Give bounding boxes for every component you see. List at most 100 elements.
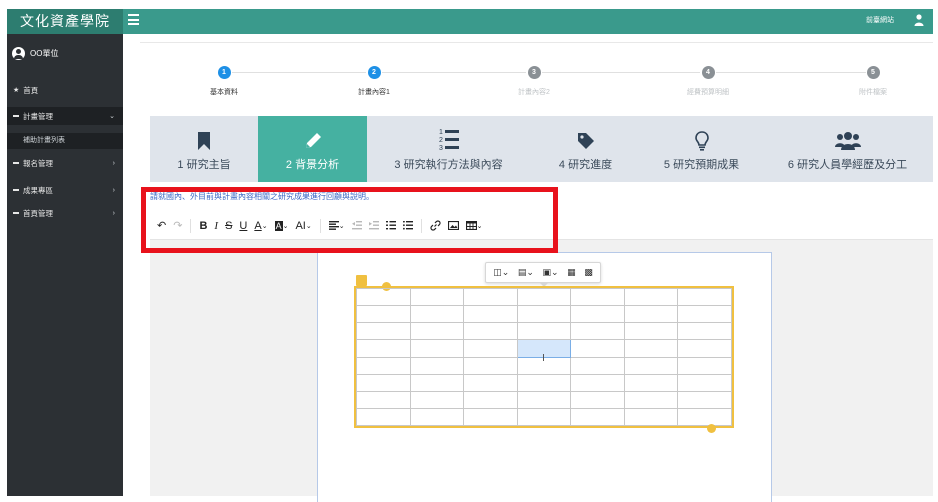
table-cell[interactable]: [356, 390, 411, 409]
table-cell[interactable]: [623, 390, 679, 409]
chevron-right-icon: ›: [112, 186, 115, 194]
table-cell[interactable]: [409, 305, 465, 324]
table-cell[interactable]: [516, 407, 572, 427]
dash-icon: [13, 115, 19, 117]
tab-research-purpose[interactable]: 1 研究主旨: [150, 116, 258, 182]
table-cell[interactable]: [677, 322, 732, 341]
table-cell[interactable]: [623, 322, 679, 341]
tab-expected-results[interactable]: 5 研究預期成果: [641, 116, 762, 182]
tab-label: 5 研究預期成果: [663, 159, 740, 171]
table-cell[interactable]: [516, 322, 572, 341]
table-cell[interactable]: [623, 305, 679, 324]
table-cell[interactable]: [623, 339, 679, 358]
table-cell[interactable]: [356, 339, 411, 358]
unit-profile[interactable]: OO單位: [12, 44, 58, 62]
table-cell[interactable]: [463, 305, 518, 324]
app-brand[interactable]: 文化資產學院: [7, 9, 123, 34]
tab-researchers[interactable]: 6 研究人員學經歷及分工: [762, 116, 933, 182]
table-row: [356, 356, 732, 375]
table-cell[interactable]: [570, 322, 625, 341]
table-cell[interactable]: [409, 287, 465, 307]
table-cell[interactable]: [516, 390, 572, 409]
table-cell[interactable]: [623, 373, 679, 392]
table-cell[interactable]: [463, 373, 518, 392]
tab-methods-content[interactable]: 1 2 3 3 研究執行方法與內容: [367, 116, 530, 182]
table-cell[interactable]: [570, 356, 625, 375]
sidebar-item-results[interactable]: 成果專區 ›: [7, 181, 123, 199]
unit-name: OO單位: [30, 48, 59, 58]
table-cell[interactable]: [677, 390, 732, 409]
front-site-link[interactable]: 前臺網站: [866, 11, 894, 31]
table-cell[interactable]: [409, 356, 465, 375]
table-cell[interactable]: [409, 390, 465, 409]
table-row: [356, 322, 732, 341]
sidebar-item-plan-management[interactable]: 計畫管理 ⌄: [7, 107, 123, 125]
table-resize-handle[interactable]: [707, 424, 716, 433]
table-cell[interactable]: [516, 373, 572, 392]
table-cell[interactable]: [623, 407, 679, 427]
top-navbar: [7, 9, 933, 34]
table-cell[interactable]: [409, 339, 465, 358]
table-grid[interactable]: [356, 287, 732, 427]
table-cell[interactable]: [356, 287, 411, 307]
table-cell[interactable]: [356, 356, 411, 375]
table-cell[interactable]: [570, 407, 625, 427]
table-cell[interactable]: [516, 305, 572, 324]
table-cell[interactable]: [677, 356, 732, 375]
table-properties-button[interactable]: ▦: [567, 267, 576, 278]
sidebar-item-registration[interactable]: 報名管理 ›: [7, 154, 123, 172]
table-cell[interactable]: [570, 339, 625, 358]
table-cell[interactable]: [570, 373, 625, 392]
table-cell[interactable]: [677, 339, 732, 358]
step-number: 5: [866, 66, 880, 79]
sidebar-item-homepage-management[interactable]: 首頁管理 ›: [7, 204, 123, 222]
table-cell[interactable]: [409, 407, 465, 427]
table-cell[interactable]: [463, 356, 518, 375]
chevron-down-icon: ⌄: [109, 113, 115, 120]
sidebar-item-home[interactable]: ★ 首頁: [7, 81, 123, 99]
table-select-handle[interactable]: [356, 275, 367, 286]
step-4[interactable]: 4 經費預算明細: [663, 66, 753, 97]
step-5[interactable]: 5 附件檔案: [828, 66, 918, 97]
table-cell[interactable]: [409, 373, 465, 392]
step-1[interactable]: 1 基本資料: [179, 66, 269, 97]
text-cursor: [543, 354, 544, 361]
table-cell[interactable]: [677, 373, 732, 392]
dash-icon: [13, 212, 19, 214]
tab-progress[interactable]: 4 研究進度: [530, 116, 641, 182]
table-cell[interactable]: [516, 287, 572, 307]
step-3[interactable]: 3 計畫內容2: [489, 66, 579, 97]
table-cell[interactable]: [623, 356, 679, 375]
table-cell[interactable]: [356, 322, 411, 341]
tab-background-analysis[interactable]: 2 背景分析: [258, 116, 367, 182]
table-cell[interactable]: [677, 287, 732, 307]
table-column-menu-button[interactable]: ▤⌄: [518, 267, 534, 278]
table-cell[interactable]: [463, 407, 518, 427]
table-cell[interactable]: [463, 339, 518, 358]
table-cell[interactable]: [463, 287, 518, 307]
table-cell[interactable]: [463, 322, 518, 341]
sidebar-subitem-grant-list[interactable]: 補助計畫列表: [7, 133, 123, 149]
step-number: 3: [527, 66, 541, 79]
content-table[interactable]: [354, 286, 734, 428]
step-label: 基本資料: [210, 89, 238, 96]
table-row-menu-button[interactable]: ◫⌄: [493, 267, 509, 278]
cell-properties-button[interactable]: ▩: [584, 267, 593, 278]
table-cell[interactable]: [623, 287, 679, 307]
table-cell[interactable]: [570, 287, 625, 307]
table-cell-menu-button[interactable]: ▣⌄: [543, 267, 559, 278]
table-row: [356, 407, 732, 427]
menu-toggle-icon[interactable]: [128, 14, 139, 25]
table-cell[interactable]: [356, 305, 411, 324]
table-cell[interactable]: [570, 305, 625, 324]
user-icon[interactable]: [914, 14, 924, 26]
lightbulb-icon: [694, 131, 709, 151]
table-cell[interactable]: [356, 407, 411, 427]
table-cell[interactable]: [463, 390, 518, 409]
table-cell[interactable]: [677, 407, 732, 427]
table-cell[interactable]: [570, 390, 625, 409]
table-cell[interactable]: [356, 373, 411, 392]
table-cell[interactable]: [409, 322, 465, 341]
step-2[interactable]: 2 計畫內容1: [329, 66, 419, 97]
table-cell[interactable]: [677, 305, 732, 324]
